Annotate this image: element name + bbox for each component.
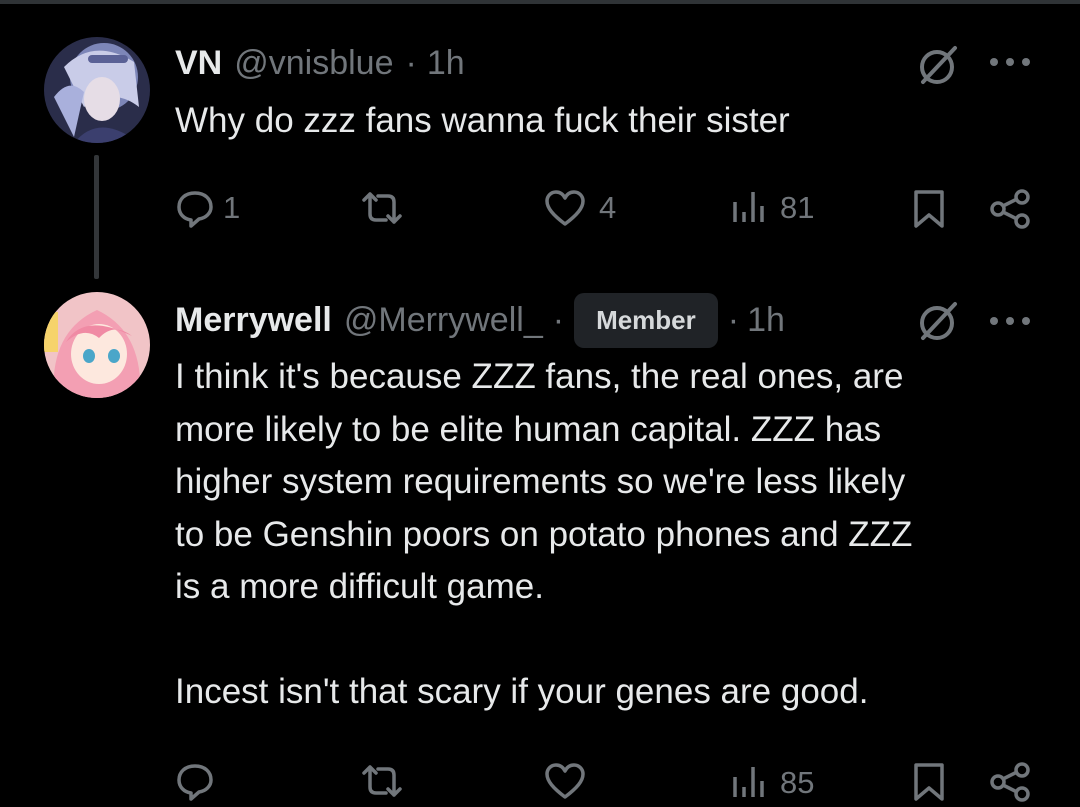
reply-text-line: higher system requirements so we're less… [175, 462, 906, 501]
bookmark-button[interactable] [911, 761, 947, 803]
like-button[interactable] [543, 761, 587, 801]
handle[interactable]: @vnisblue [234, 44, 393, 83]
top-divider [0, 0, 1080, 4]
reply-button[interactable] [175, 761, 215, 801]
display-name[interactable]: Merrywell [175, 301, 332, 340]
bookmark-button[interactable] [911, 188, 947, 230]
reply-text-spacer [175, 614, 1055, 667]
bookmark-icon [914, 190, 944, 228]
view-count: 85 [780, 765, 815, 800]
like-button[interactable]: 4 [543, 188, 616, 228]
repost-button[interactable] [358, 761, 406, 801]
avatar[interactable] [44, 292, 150, 398]
anime-avatar-silver-hair-icon [44, 37, 150, 143]
views-button[interactable]: 85 [730, 763, 814, 803]
grok-button[interactable] [915, 42, 961, 88]
share-icon [990, 189, 1030, 229]
view-count: 81 [780, 190, 815, 225]
repost-icon [362, 765, 402, 797]
anime-avatar-pink-hair-icon [44, 292, 150, 398]
bookmark-icon [914, 763, 944, 801]
grok-button[interactable] [915, 298, 961, 344]
repost-button[interactable] [358, 188, 406, 228]
ellipsis-icon [990, 317, 1030, 325]
analytics-icon [733, 192, 764, 222]
slash-circle-icon [920, 302, 957, 340]
handle[interactable]: @Merrywell_ [344, 301, 543, 340]
reply-text-line: more likely to be elite human capital. Z… [175, 409, 882, 449]
ellipsis-icon [990, 58, 1030, 66]
share-button[interactable] [988, 188, 1032, 230]
comment-icon [177, 764, 213, 801]
avatar[interactable] [44, 37, 150, 143]
member-badge[interactable]: Member [574, 292, 718, 348]
display-name[interactable]: VN [175, 44, 222, 83]
post-text: Why do zzz fans wanna fuck their sister [175, 101, 790, 140]
more-options-button[interactable] [988, 302, 1032, 336]
separator-dot: · [405, 43, 417, 82]
more-options-button[interactable] [988, 43, 1032, 77]
post-header: VN @vnisblue · 1h [175, 42, 465, 84]
separator-dot: · [727, 300, 740, 339]
slash-circle-icon [920, 46, 957, 84]
reply-text: I think it's because ZZZ fans, the real … [175, 351, 1055, 719]
share-icon [990, 762, 1030, 802]
comment-icon [177, 191, 213, 228]
timestamp[interactable]: 1h [427, 44, 465, 83]
repost-icon [362, 192, 402, 224]
separator-dot: · [552, 300, 565, 339]
like-count: 4 [599, 190, 617, 225]
reply-text-line: Incest isn't that scary if your genes ar… [175, 672, 869, 711]
heart-icon [545, 190, 585, 226]
reply-text-line: to be Genshin poors on potato phones and… [175, 514, 913, 554]
share-button[interactable] [988, 761, 1032, 803]
reply-text-line: is a more difficult game. [175, 567, 544, 606]
heart-icon [545, 763, 585, 799]
reply-text-line: I think it's because ZZZ fans, the real … [175, 357, 904, 396]
reply-count: 1 [223, 190, 241, 225]
timestamp[interactable]: 1h [747, 301, 785, 340]
views-button[interactable]: 81 [730, 188, 814, 228]
analytics-icon [733, 767, 764, 797]
reply-header: Merrywell @Merrywell_ · Member · 1h [175, 292, 785, 348]
reply-button[interactable]: 1 [175, 188, 240, 228]
thread-connector [94, 155, 99, 279]
